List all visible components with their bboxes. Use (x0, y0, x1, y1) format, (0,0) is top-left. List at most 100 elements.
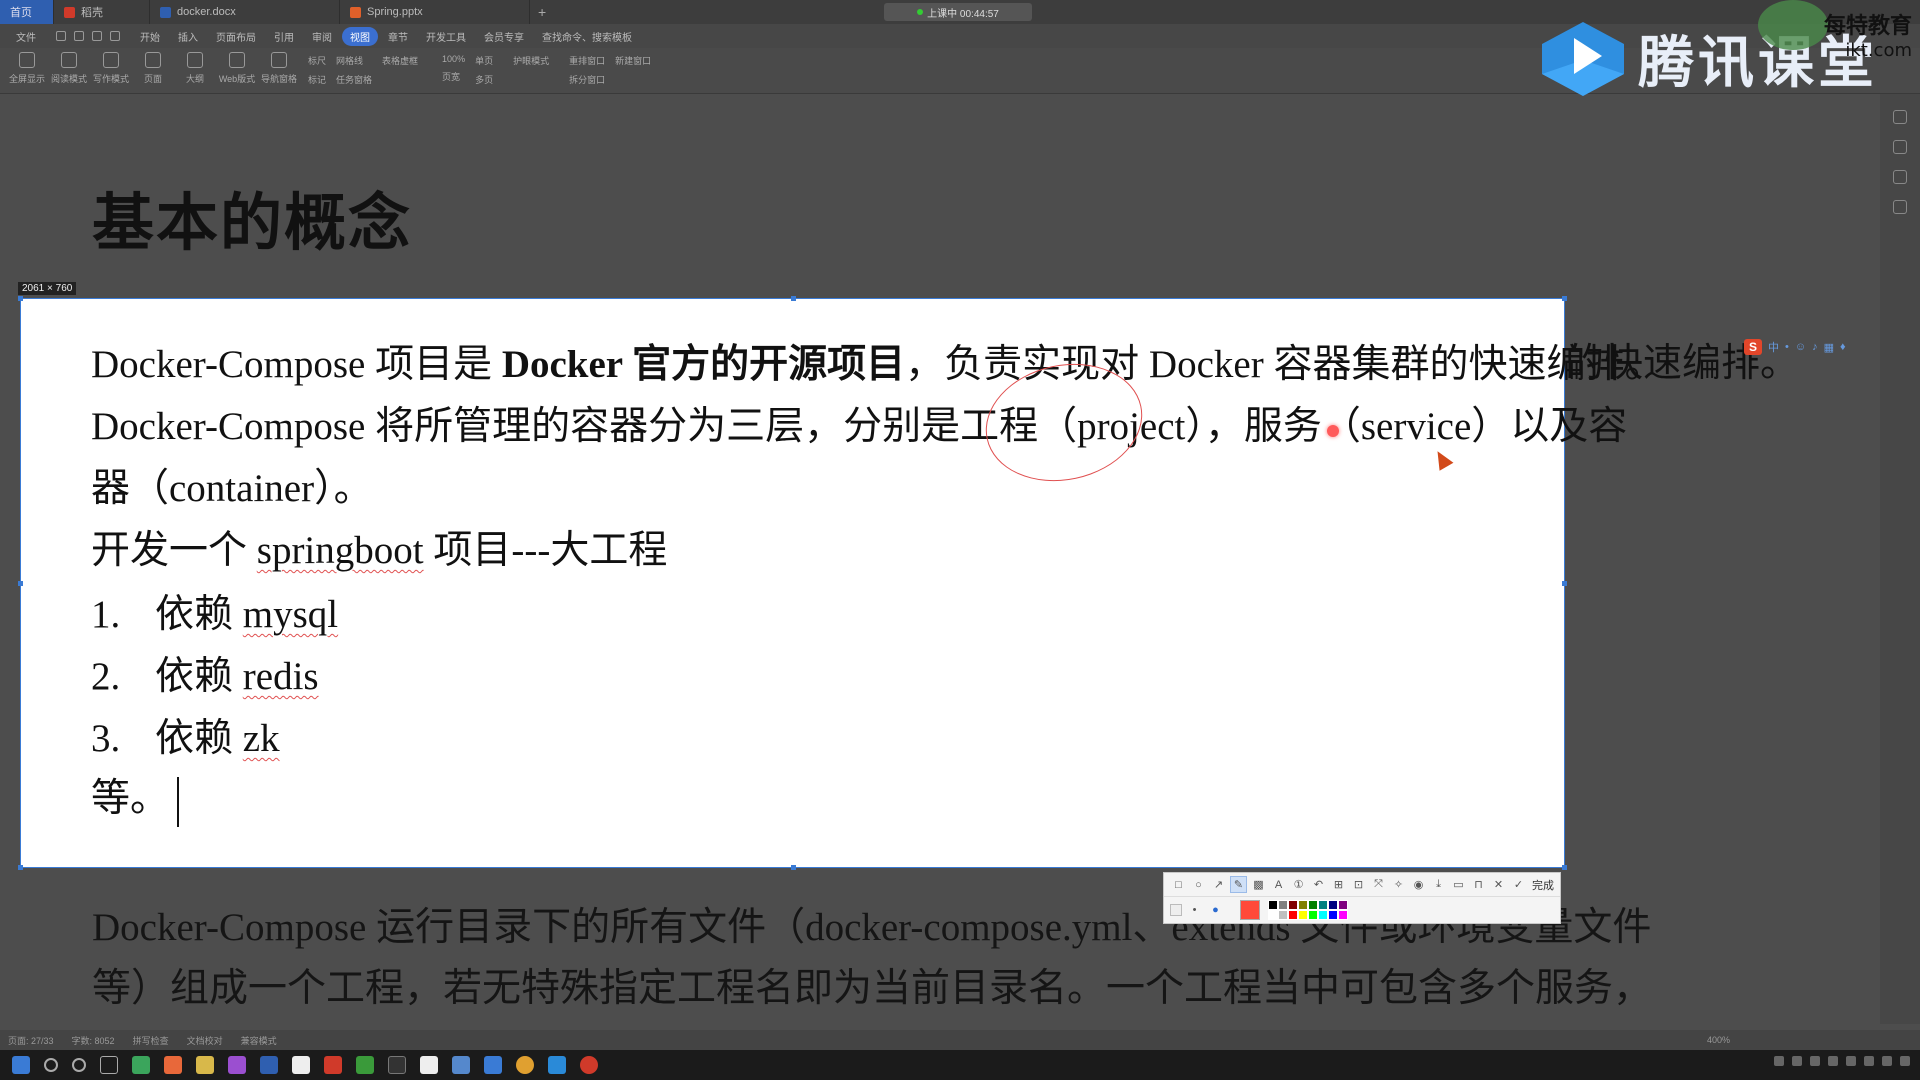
check-icon[interactable]: ✓ (1510, 876, 1527, 893)
ime-mic-icon[interactable]: ♪ (1812, 341, 1818, 353)
ime-skin-icon[interactable]: ♦ (1840, 341, 1846, 353)
chrome-icon[interactable] (516, 1056, 534, 1074)
ime-chinese-icon[interactable]: 中 (1768, 339, 1779, 355)
resize-handle[interactable] (18, 296, 23, 301)
sogou-ime-icon[interactable]: S (1744, 339, 1762, 355)
page-indicator[interactable]: 页面: 27/33 (8, 1034, 54, 1047)
download-icon[interactable]: ⤓ (1430, 876, 1447, 893)
app-icon[interactable] (292, 1056, 310, 1074)
resize-handle[interactable] (1562, 296, 1567, 301)
ellipse-icon[interactable]: ○ (1190, 876, 1207, 893)
menu-member[interactable]: 会员专享 (476, 27, 532, 46)
page-width-button[interactable]: 页宽 (442, 70, 465, 83)
pin2-icon[interactable]: ✧ (1390, 876, 1407, 893)
redo-icon[interactable] (110, 31, 120, 41)
resize-handle[interactable] (18, 581, 23, 586)
tray-icon[interactable] (1792, 1056, 1802, 1066)
arrow-icon[interactable]: ↗ (1210, 876, 1227, 893)
ime-punct-icon[interactable]: • (1785, 341, 1789, 353)
rearrange-window-button[interactable]: 重排窗口 (569, 54, 605, 67)
menu-references[interactable]: 引用 (266, 27, 302, 46)
edit-icon[interactable] (1893, 110, 1907, 124)
color-swatch[interactable] (1318, 910, 1328, 920)
tray-icon[interactable] (1828, 1056, 1838, 1066)
outline-button[interactable]: 大纲 (176, 48, 214, 88)
color-swatch[interactable] (1298, 910, 1308, 920)
undo-icon[interactable]: ↶ (1310, 876, 1327, 893)
tab-daoke[interactable]: 稻壳 (54, 0, 150, 24)
nav-pane-button[interactable]: 导航窗格 (260, 48, 298, 88)
wps-icon[interactable] (260, 1056, 278, 1074)
resize-handle[interactable] (1562, 865, 1567, 870)
current-color-swatch[interactable] (1240, 900, 1260, 920)
app-icon[interactable] (484, 1056, 502, 1074)
app-icon[interactable] (452, 1056, 470, 1074)
app-icon[interactable] (356, 1056, 374, 1074)
menu-view[interactable]: 视图 (342, 26, 378, 46)
windows-start-icon[interactable] (12, 1056, 30, 1074)
size-small-button[interactable] (1170, 904, 1182, 916)
resize-handle[interactable] (791, 865, 796, 870)
text-icon[interactable]: A (1270, 876, 1287, 893)
color-swatch[interactable] (1328, 900, 1338, 910)
color-swatch[interactable] (1308, 900, 1318, 910)
app-icon[interactable] (228, 1056, 246, 1074)
notification-icon[interactable] (1900, 1056, 1910, 1066)
save-icon[interactable] (56, 31, 66, 41)
tab-home[interactable]: 首页 (0, 0, 54, 24)
tencent-class-icon[interactable] (548, 1056, 566, 1074)
color-swatch[interactable] (1288, 900, 1298, 910)
zoom-level[interactable]: 400% (1707, 1035, 1730, 1045)
color-swatch[interactable] (1278, 900, 1288, 910)
done-button[interactable]: 完成 (1532, 877, 1554, 893)
tray-icon[interactable] (1810, 1056, 1820, 1066)
save-icon[interactable]: ▭ (1450, 876, 1467, 893)
menu-file[interactable]: 文件 (8, 27, 44, 46)
pen-icon[interactable]: ✎ (1230, 876, 1247, 893)
menu-developer[interactable]: 开发工具 (418, 27, 474, 46)
app-icon[interactable] (420, 1056, 438, 1074)
app-icon[interactable] (164, 1056, 182, 1074)
gridline-checkbox[interactable]: 网格线 (336, 54, 372, 67)
folder-icon[interactable] (196, 1056, 214, 1074)
menu-insert[interactable]: 插入 (170, 27, 206, 46)
color-swatch[interactable] (1288, 910, 1298, 920)
app-icon[interactable] (132, 1056, 150, 1074)
ruler-checkbox[interactable]: 标尺 (308, 54, 326, 67)
table-border-checkbox[interactable]: 表格虚框 (382, 54, 418, 67)
split-window-button[interactable]: 拆分窗口 (569, 73, 605, 86)
color-swatch[interactable] (1338, 900, 1348, 910)
zoom-100-button[interactable]: 100% (442, 54, 465, 64)
size-medium-icon[interactable]: • (1186, 902, 1203, 919)
web-layout-button[interactable]: Web版式 (218, 48, 256, 88)
print-icon[interactable] (74, 31, 84, 41)
close-icon[interactable]: ✕ (1490, 876, 1507, 893)
writing-mode-button[interactable]: 写作模式 (92, 48, 130, 88)
record-icon[interactable]: ◉ (1410, 876, 1427, 893)
cortana-icon[interactable] (72, 1058, 86, 1072)
tray-icon[interactable] (1846, 1056, 1856, 1066)
tray-icon[interactable] (1774, 1056, 1784, 1066)
volume-icon[interactable] (1882, 1056, 1892, 1066)
menu-chapter[interactable]: 章节 (380, 27, 416, 46)
fullscreen-button[interactable]: 全屏显示 (8, 48, 46, 88)
color-swatch[interactable] (1318, 900, 1328, 910)
tab-docker-docx[interactable]: docker.docx (150, 0, 340, 24)
search-icon[interactable] (44, 1058, 58, 1072)
clock-icon[interactable] (1893, 200, 1907, 214)
rect-icon[interactable]: □ (1170, 876, 1187, 893)
format-icon[interactable] (1893, 170, 1907, 184)
color-swatch[interactable] (1308, 910, 1318, 920)
network-icon[interactable] (1864, 1056, 1874, 1066)
task-pane-checkbox[interactable]: 任务窗格 (336, 73, 372, 86)
reading-mode-button[interactable]: 阅读模式 (50, 48, 88, 88)
record-app-icon[interactable] (580, 1056, 598, 1074)
size-large-icon[interactable]: ● (1207, 902, 1224, 919)
new-tab-button[interactable]: + (530, 4, 554, 20)
capture-selection[interactable]: Docker-Compose 项目是 Docker 官方的开源项目，负责实现对 … (18, 296, 1663, 870)
color-swatch[interactable] (1268, 910, 1278, 920)
eye-mode-button[interactable]: 护眼模式 (513, 54, 549, 67)
resize-handle[interactable] (18, 865, 23, 870)
multi-page-button[interactable]: 多页 (475, 73, 493, 86)
menu-review[interactable]: 审阅 (304, 27, 340, 46)
